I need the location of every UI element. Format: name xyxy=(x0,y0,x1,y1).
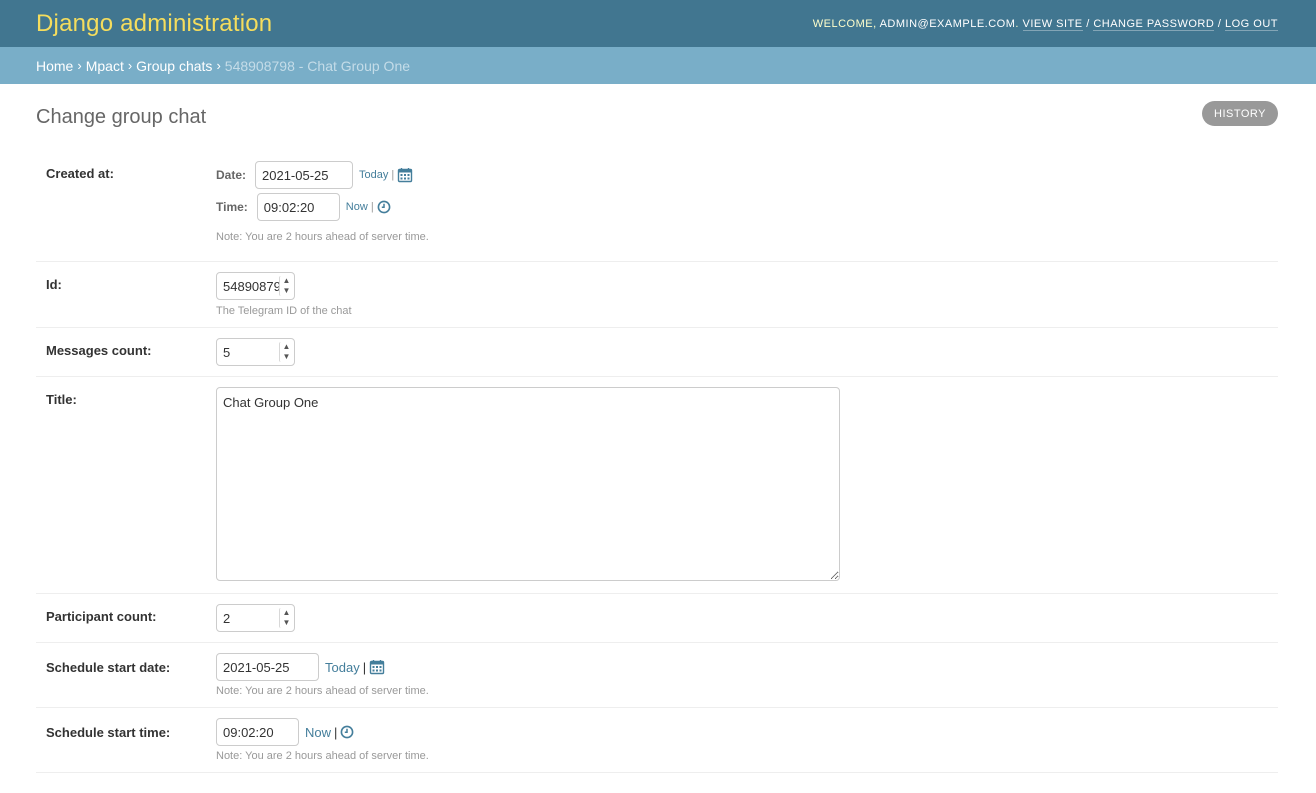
messages-count-input-wrapper: ▲▼ xyxy=(216,338,295,366)
user-suffix: . xyxy=(1015,17,1019,30)
clock-icon[interactable] xyxy=(377,200,391,214)
form-row-schedule-start-time: Schedule start time: Now | Note: You are… xyxy=(36,708,1278,773)
form-row-participant-count: Participant count: ▲▼ xyxy=(36,594,1278,643)
today-link[interactable]: Today xyxy=(325,660,360,675)
breadcrumb-app[interactable]: Mpact xyxy=(86,58,124,74)
view-site-link[interactable]: VIEW SITE xyxy=(1022,17,1083,31)
breadcrumb-separator: › xyxy=(216,58,221,73)
schedule-start-date-input[interactable] xyxy=(216,653,319,681)
participant-count-spinner[interactable]: ▲ ▼ xyxy=(279,608,293,628)
id-field: ▲▼ The Telegram ID of the chat xyxy=(216,272,352,317)
user-tools: WELCOME, ADMIN@EXAMPLE.COM. VIEW SITE / … xyxy=(812,17,1278,31)
shortcut-separator: | xyxy=(391,169,395,181)
time-label: Time: xyxy=(216,200,248,214)
created-at-time-input[interactable] xyxy=(256,193,340,221)
user-tools-separator: / xyxy=(1217,17,1222,30)
calendar-icon[interactable] xyxy=(397,167,413,183)
spin-up-icon[interactable]: ▲ xyxy=(280,342,293,352)
form-row-id: Id: ▲▼ The Telegram ID of the chat xyxy=(36,262,1278,328)
now-link[interactable]: Now xyxy=(346,201,368,213)
calendar-icon[interactable] xyxy=(369,659,385,675)
participant-count-input-wrapper: ▲▼ xyxy=(216,604,295,632)
participant-count-field: ▲▼ xyxy=(216,604,295,632)
created-at-date-input[interactable] xyxy=(255,161,354,189)
welcome-text: WELCOME, xyxy=(812,17,880,30)
breadcrumb: Home › Mpact › Group chats › 548908798 -… xyxy=(0,47,1316,84)
user-tools-separator: / xyxy=(1086,17,1090,30)
breadcrumb-separator: › xyxy=(77,58,82,73)
now-link[interactable]: Now xyxy=(305,725,331,740)
form-row-created-at: Created at: Date: Today | Time: Now | xyxy=(36,151,1278,262)
title-field: Chat Group One xyxy=(216,387,840,581)
shortcut-separator: | xyxy=(370,201,374,213)
spin-up-icon[interactable]: ▲ xyxy=(280,608,293,618)
created-at-label: Created at: xyxy=(46,166,114,181)
shortcut-separator: | xyxy=(362,659,367,675)
breadcrumb-separator: › xyxy=(127,58,133,73)
messages-count-label: Messages count: xyxy=(46,343,152,358)
breadcrumb-home[interactable]: Home xyxy=(36,58,73,74)
history-button[interactable]: HISTORY xyxy=(1202,101,1278,126)
id-label: Id: xyxy=(46,277,62,292)
messages-count-input[interactable] xyxy=(217,339,279,365)
user-name: ADMIN@EXAMPLE.COM xyxy=(879,17,1016,30)
spin-down-icon[interactable]: ▼ xyxy=(280,286,293,296)
server-time-note: Note: You are 2 hours ahead of server ti… xyxy=(216,750,429,762)
title-textarea[interactable]: Chat Group One xyxy=(216,387,840,581)
site-title[interactable]: Django administration xyxy=(36,10,272,38)
spin-down-icon[interactable]: ▼ xyxy=(280,618,293,628)
messages-count-field: ▲▼ xyxy=(216,338,295,366)
page-title: Change group chat xyxy=(36,106,207,128)
breadcrumb-model[interactable]: Group chats xyxy=(136,58,212,74)
schedule-start-time-label: Schedule start time: xyxy=(46,725,171,740)
change-password-link[interactable]: CHANGE PASSWORD xyxy=(1093,17,1215,31)
participant-count-input[interactable] xyxy=(217,605,279,631)
schedule-start-time-input[interactable] xyxy=(216,718,299,746)
form-row-schedule-start-date: Schedule start date: Today | Note: You a… xyxy=(36,643,1278,708)
spin-down-icon[interactable]: ▼ xyxy=(280,352,293,362)
header-bar: Django administration WELCOME, ADMIN@EXA… xyxy=(0,0,1316,47)
messages-count-spinner[interactable]: ▲ ▼ xyxy=(279,342,293,362)
schedule-start-date-field: Today | Note: You are 2 hours ahead of s… xyxy=(216,653,429,697)
spin-up-icon[interactable]: ▲ xyxy=(280,276,293,286)
server-time-note: Note: You are 2 hours ahead of server ti… xyxy=(216,685,429,697)
id-input-wrapper: ▲▼ xyxy=(216,272,295,300)
log-out-link[interactable]: LOG OUT xyxy=(1224,17,1278,31)
id-input[interactable] xyxy=(217,273,279,299)
schedule-start-date-label: Schedule start date: xyxy=(46,660,171,675)
id-help-text: The Telegram ID of the chat xyxy=(216,305,352,317)
title-label: Title: xyxy=(46,392,77,407)
form-row-title: Title: Chat Group One xyxy=(36,377,1278,594)
schedule-start-time-field: Now | Note: You are 2 hours ahead of ser… xyxy=(216,718,429,762)
created-at-field: Date: Today | Time: Now | Note: You are … xyxy=(216,161,429,243)
server-time-note: Note: You are 2 hours ahead of server ti… xyxy=(216,231,429,243)
participant-count-label: Participant count: xyxy=(46,609,157,624)
id-spinner[interactable]: ▲ ▼ xyxy=(279,276,293,296)
breadcrumb-current: 548908798 - Chat Group One xyxy=(224,57,411,74)
main-content: Change group chat HISTORY Created at: Da… xyxy=(0,84,1316,773)
form-row-messages-count: Messages count: ▲▼ xyxy=(36,328,1278,377)
date-label: Date: xyxy=(216,168,247,182)
clock-icon[interactable] xyxy=(340,725,354,739)
shortcut-separator: | xyxy=(334,724,338,740)
today-link[interactable]: Today xyxy=(359,169,388,181)
